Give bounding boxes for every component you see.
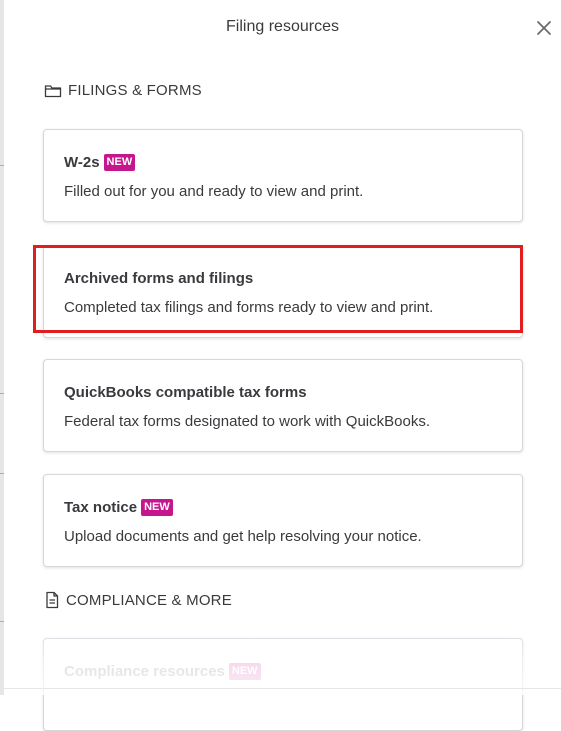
card-title-text: QuickBooks compatible tax forms (64, 384, 307, 401)
close-button[interactable] (534, 18, 554, 38)
card-tax-notice[interactable]: Tax notice NEW Upload documents and get … (43, 474, 523, 567)
card-archived-forms[interactable]: Archived forms and filings Completed tax… (43, 245, 523, 338)
card-title: W-2s NEW (64, 154, 136, 171)
card-title-text: Tax notice (64, 499, 138, 516)
card-quickbooks-tax-forms[interactable]: QuickBooks compatible tax forms Federal … (43, 359, 523, 452)
card-title-text: Compliance resources (64, 663, 225, 680)
card-title: QuickBooks compatible tax forms (64, 384, 307, 401)
card-description: Completed tax filings and forms ready to… (64, 299, 434, 316)
card-compliance-resources[interactable]: Compliance resources NEW (43, 638, 523, 731)
close-icon (537, 21, 551, 35)
card-description: Upload documents and get help resolving … (64, 528, 422, 545)
card-title: Compliance resources NEW (64, 663, 261, 680)
card-title-text: Archived forms and filings (64, 270, 254, 287)
panel-bottom-border (4, 688, 561, 689)
card-description: Filled out for you and ready to view and… (64, 183, 364, 200)
section-label: FILINGS & FORMS (68, 82, 202, 99)
card-title: Tax notice NEW (64, 499, 173, 516)
card-title: Archived forms and filings (64, 270, 253, 287)
document-icon (46, 591, 59, 609)
new-badge: NEW (103, 154, 136, 171)
card-title-text: W-2s (64, 154, 100, 171)
filing-resources-panel: Filing resources FILINGS & FORMS W-2s NE… (4, 0, 561, 731)
card-description: Federal tax forms designated to work wit… (64, 413, 430, 430)
new-badge: NEW (141, 499, 173, 516)
folder-icon (44, 84, 62, 97)
section-label: COMPLIANCE & MORE (66, 591, 232, 609)
section-compliance-more: COMPLIANCE & MORE (44, 591, 232, 609)
section-filings-forms: FILINGS & FORMS (44, 82, 202, 99)
card-w2s[interactable]: W-2s NEW Filled out for you and ready to… (43, 129, 523, 222)
panel-title: Filing resources (226, 18, 339, 35)
new-badge: NEW (228, 663, 261, 680)
